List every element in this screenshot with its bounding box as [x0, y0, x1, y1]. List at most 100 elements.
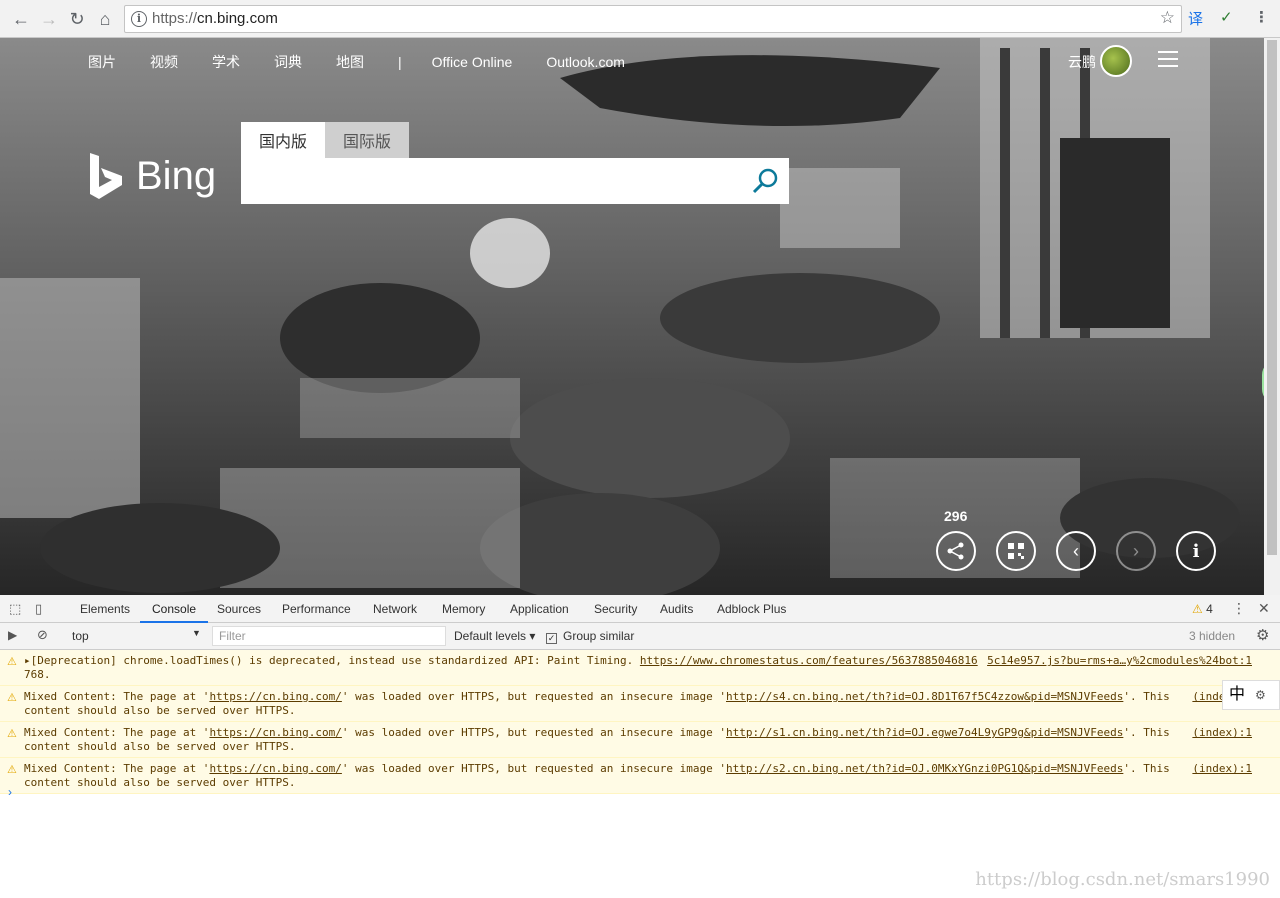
nav-academic[interactable]: 学术: [212, 52, 240, 72]
nav-separator: |: [398, 54, 402, 70]
warning-counter[interactable]: ⚠ 4: [1192, 602, 1213, 616]
hidden-count: 3 hidden: [1189, 629, 1236, 643]
previous-image-icon[interactable]: ‹: [1056, 531, 1096, 571]
forward-icon[interactable]: →: [37, 7, 61, 31]
top-nav: 图片 视频 学术 词典 地图 | Office Online Outlook.c…: [88, 52, 659, 72]
ime-label: 中: [1229, 686, 1246, 703]
clear-console-icon[interactable]: ⊘: [37, 627, 48, 643]
tab-security[interactable]: Security: [594, 595, 637, 623]
page-scrollbar[interactable]: [1264, 38, 1280, 595]
context-select[interactable]: top: [72, 629, 89, 643]
devtools-tabbar: ⬚ ▯ Elements Console Sources Performance…: [0, 595, 1280, 623]
translate-extension-icon[interactable]: 译: [1188, 8, 1203, 29]
message-link[interactable]: https://cn.bing.com/: [209, 762, 341, 775]
tab-application[interactable]: Application: [510, 595, 569, 623]
nav-maps[interactable]: 地图: [336, 52, 364, 72]
levels-dropdown[interactable]: Default levels ▾: [454, 629, 535, 643]
search-icon[interactable]: [751, 167, 779, 195]
reload-icon[interactable]: ↻: [65, 7, 89, 31]
warning-count: 4: [1206, 602, 1213, 616]
console-message: ⚠ Mixed Content: The page at 'https://cn…: [0, 722, 1280, 758]
address-bar[interactable]: i https://cn.bing.com ☆: [124, 5, 1182, 33]
info-icon[interactable]: i: [131, 11, 147, 27]
console-toolbar: ▶ ⊘ top ▼ Filter Default levels ▾ ✓ Group…: [0, 623, 1280, 650]
message-source[interactable]: (index):1: [1192, 726, 1252, 740]
bing-homepage: 图片 视频 学术 词典 地图 | Office Online Outlook.c…: [0, 38, 1280, 595]
share-count: 296: [944, 508, 968, 524]
tab-international[interactable]: 国际版: [325, 122, 409, 158]
tab-audits[interactable]: Audits: [660, 595, 693, 623]
nav-dictionary[interactable]: 词典: [274, 52, 302, 72]
url-text[interactable]: https://cn.bing.com: [152, 10, 278, 27]
warning-icon: ⚠: [7, 727, 17, 740]
back-icon[interactable]: ←: [9, 7, 33, 31]
info-icon[interactable]: i: [1176, 531, 1216, 571]
home-icon[interactable]: ⌂: [93, 7, 117, 31]
console-message: ⚠ ▸[Deprecation] chrome.loadTimes() is d…: [0, 650, 1280, 686]
message-link[interactable]: http://s1.cn.bing.net/th?id=OJ.egwe7o4L9…: [726, 726, 1123, 739]
settings-gear-icon[interactable]: ⚙: [1256, 626, 1269, 644]
browser-menu-icon[interactable]: ⋮: [1254, 8, 1269, 26]
watermark: https://blog.csdn.net/smars1990: [975, 869, 1270, 890]
warning-icon: ⚠: [1192, 602, 1203, 616]
url-host: cn.bing.com: [197, 10, 278, 27]
nav-images[interactable]: 图片: [88, 52, 116, 72]
console-message: ⚠ Mixed Content: The page at 'https://cn…: [0, 758, 1280, 794]
group-similar-checkbox[interactable]: ✓ Group similar: [546, 629, 634, 644]
close-icon[interactable]: ✕: [1258, 600, 1270, 617]
group-similar-label: Group similar: [563, 629, 635, 643]
devtools-panel: ⬚ ▯ Elements Console Sources Performance…: [0, 595, 1280, 898]
warning-icon: ⚠: [7, 763, 17, 776]
tab-sources[interactable]: Sources: [217, 595, 261, 623]
chevron-down-icon[interactable]: ▼: [192, 628, 201, 638]
message-text: 768.: [24, 668, 51, 681]
filter-input[interactable]: Filter: [212, 626, 446, 646]
tab-domestic[interactable]: 国内版: [241, 122, 325, 158]
sidebar-toggle-icon[interactable]: ▶: [8, 628, 17, 642]
message-link[interactable]: https://cn.bing.com/: [209, 726, 341, 739]
next-image-icon[interactable]: ›: [1116, 531, 1156, 571]
tab-memory[interactable]: Memory: [442, 595, 485, 623]
console-message: ⚠ Mixed Content: The page at 'https://cn…: [0, 686, 1280, 722]
inspect-element-icon[interactable]: ⬚: [9, 601, 21, 617]
nav-office-online[interactable]: Office Online: [432, 54, 513, 70]
avatar[interactable]: [1100, 45, 1132, 77]
tab-performance[interactable]: Performance: [282, 595, 351, 623]
share-icon[interactable]: [936, 531, 976, 571]
message-link[interactable]: http://s4.cn.bing.net/th?id=OJ.8D1T67f5C…: [726, 690, 1123, 703]
tab-elements[interactable]: Elements: [80, 595, 130, 623]
bing-b-icon: [90, 153, 122, 199]
url-scheme: https://: [152, 10, 198, 27]
device-toggle-icon[interactable]: ▯: [35, 601, 42, 617]
extension-icon[interactable]: ✓: [1220, 8, 1233, 26]
devtools-menu-icon[interactable]: ⋮: [1232, 600, 1246, 617]
tab-network[interactable]: Network: [373, 595, 417, 623]
hamburger-menu-icon[interactable]: [1158, 51, 1178, 67]
message-link[interactable]: https://cn.bing.com/: [209, 690, 341, 703]
nav-videos[interactable]: 视频: [150, 52, 178, 72]
market-tabs: 国内版 国际版: [241, 122, 409, 158]
ime-indicator[interactable]: 中 ⚙: [1222, 680, 1280, 710]
message-text: ▸[Deprecation] chrome.loadTimes() is dep…: [24, 654, 640, 667]
console-log: ⚠ ▸[Deprecation] chrome.loadTimes() is d…: [0, 650, 1280, 794]
search-box: [241, 158, 789, 204]
levels-label: Default levels: [454, 629, 527, 643]
checkbox-icon: ✓: [546, 633, 557, 644]
tab-adblock-plus[interactable]: Adblock Plus: [717, 595, 786, 623]
message-source[interactable]: (index):1: [1192, 762, 1252, 776]
search-input[interactable]: [251, 166, 731, 196]
bing-logo[interactable]: Bing: [88, 151, 216, 201]
message-link[interactable]: https://www.chromestatus.com/features/56…: [640, 654, 978, 667]
nav-outlook[interactable]: Outlook.com: [546, 54, 625, 70]
ime-settings-icon[interactable]: ⚙: [1255, 688, 1266, 702]
tab-console[interactable]: Console: [140, 595, 209, 623]
message-source[interactable]: 5c14e957.js?bu=rms+a…y%2cmodules%24bot:1: [987, 654, 1252, 668]
message-text: content should also be served over HTTPS…: [24, 740, 296, 753]
user-name[interactable]: 云鹏: [1068, 52, 1096, 72]
bookmark-star-icon[interactable]: ☆: [1160, 8, 1175, 28]
message-text: content should also be served over HTTPS…: [24, 776, 296, 789]
browser-toolbar: ← → ↻ ⌂ i https://cn.bing.com ☆ 译 ✓ ⋮: [0, 0, 1280, 38]
console-prompt[interactable]: ›: [8, 785, 12, 799]
qr-code-icon[interactable]: [996, 531, 1036, 571]
message-link[interactable]: http://s2.cn.bing.net/th?id=OJ.0MKxYGnzi…: [726, 762, 1123, 775]
